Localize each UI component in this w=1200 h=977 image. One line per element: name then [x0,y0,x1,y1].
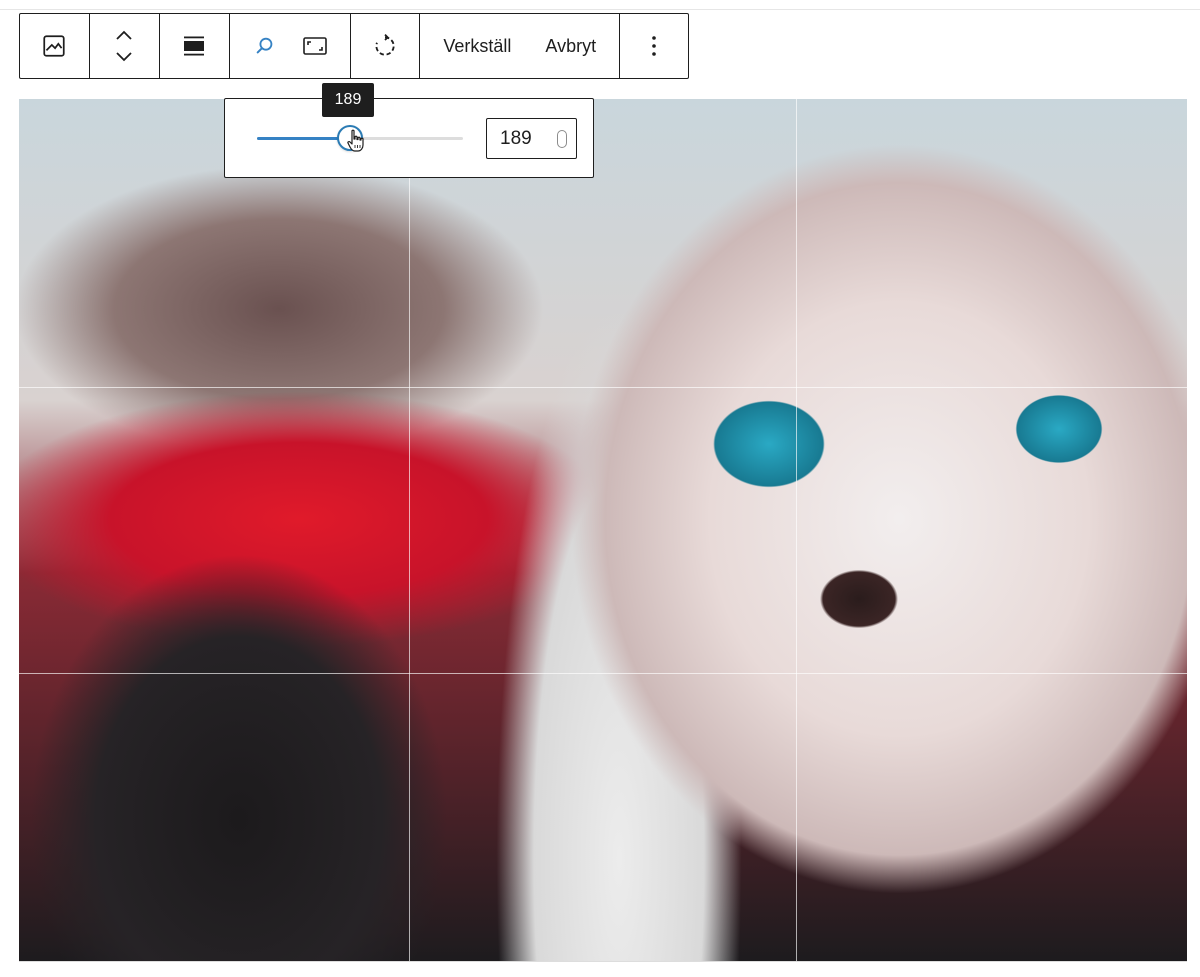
image-icon [43,35,66,57]
zoom-slider-thumb[interactable] [336,125,363,151]
crop-grid-line [19,673,1187,674]
crop-grid-line [409,99,410,961]
crop-grid-line [796,99,797,961]
zoom-number-input[interactable]: 189 [486,118,577,159]
apply-button[interactable]: Verkställ [426,14,528,78]
rotate-button[interactable] [372,14,398,78]
more-options-button[interactable] [651,14,657,78]
zoom-button[interactable] [243,14,287,78]
more-vertical-icon [652,36,656,56]
toolbar-group-rotate [351,14,421,78]
stepper-spinner-icon[interactable] [557,130,567,148]
aspect-ratio-button[interactable] [293,14,337,78]
zoom-search-icon [256,37,272,54]
crop-image-area[interactable] [19,99,1187,962]
toolbar-group-crop-tools [230,14,351,78]
zoom-value: 189 [500,127,532,149]
zoom-popover: 189 [224,98,594,178]
aspect-ratio-icon [302,37,327,55]
chevron-up-down-icon [116,30,132,62]
cancel-button[interactable]: Avbryt [528,14,613,78]
toolbar-group-options [620,14,688,78]
crop-grid-line [19,387,1187,388]
zoom-value-tooltip: 189 [322,83,374,117]
toolbar-group-move [90,14,160,78]
align-full-width-icon [184,36,205,56]
top-divider [0,9,1200,10]
image-block-toolbar: Verkställ Avbryt [19,13,689,79]
zoom-slider-fill [257,137,350,140]
block-type-button[interactable] [41,14,67,78]
toolbar-group-actions: Verkställ Avbryt [420,14,621,78]
rotate-icon [375,34,395,56]
align-button[interactable] [182,14,206,78]
move-up-down-button[interactable] [112,14,136,78]
toolbar-group-block-type [20,14,90,78]
toolbar-group-align [160,14,230,78]
